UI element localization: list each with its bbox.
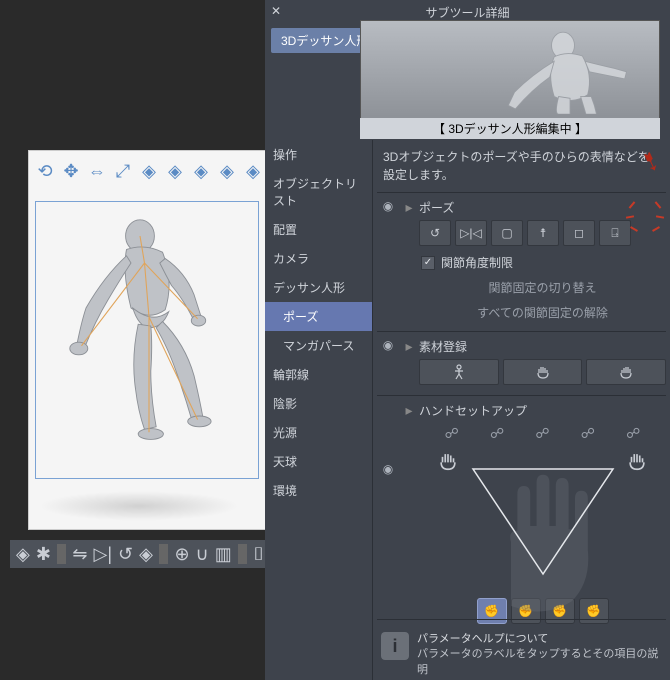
tool-scale[interactable]: ⤢ bbox=[113, 161, 133, 181]
material-title: 素材登録 bbox=[419, 338, 666, 355]
divider bbox=[159, 544, 168, 564]
register-right-hand-button[interactable] bbox=[586, 359, 666, 385]
category-list: 操作 オブジェクトリスト 配置 カメラ デッサン人形 ポーズ マンガパース 輪郭… bbox=[265, 140, 373, 680]
pose-clipboard-button[interactable]: ▢ bbox=[491, 220, 523, 246]
pose-title: ポーズ bbox=[419, 199, 666, 216]
joint-limit-row[interactable]: ✓ 関節角度制限 bbox=[419, 250, 666, 275]
divider bbox=[57, 544, 66, 564]
canvas-area: ⟲ ✥ ⇔ ⤢ ◈ ◈ ◈ ◈ ◈ bbox=[0, 0, 276, 680]
visibility-toggle[interactable]: ◉ bbox=[383, 338, 393, 352]
divider bbox=[238, 544, 247, 564]
pose-camera-button[interactable]: ◻ bbox=[563, 220, 595, 246]
release-all-locks-button[interactable]: すべての関節固定の解除 bbox=[419, 300, 666, 325]
tool-cube-2[interactable]: ◈ bbox=[165, 161, 185, 181]
object-tool-row: ⟲ ✥ ⇔ ⤢ ◈ ◈ ◈ ◈ ◈ bbox=[35, 161, 263, 181]
joint-limit-checkbox[interactable]: ✓ bbox=[421, 256, 435, 270]
finger-link-2[interactable]: ☍ bbox=[490, 425, 504, 442]
cat-object-list[interactable]: オブジェクトリスト bbox=[265, 169, 372, 215]
drag-handle[interactable]: ▸ bbox=[403, 402, 415, 419]
cat-pose[interactable]: ポーズ bbox=[265, 302, 372, 331]
finger-link-3[interactable]: ☍ bbox=[535, 425, 549, 442]
bt-flip[interactable]: ⇋ bbox=[72, 544, 87, 564]
bt-camera[interactable]: ⌷ bbox=[253, 544, 264, 564]
drag-handle[interactable]: ▸ bbox=[403, 199, 415, 216]
preview-caption: 【 3Dデッサン人形編集中 】 bbox=[360, 118, 660, 139]
hand-setup-area: ☍ ☍ ☍ ☍ ☍ bbox=[419, 423, 666, 613]
drag-handle[interactable]: ▸ bbox=[403, 338, 415, 355]
pose-body-button[interactable]: ☨ bbox=[527, 220, 559, 246]
hand-triangle-control[interactable] bbox=[463, 459, 623, 579]
bt-body[interactable]: ✱ bbox=[36, 544, 51, 564]
cat-drawing-figure[interactable]: デッサン人形 bbox=[265, 273, 372, 302]
tool-move[interactable]: ✥ bbox=[61, 161, 81, 181]
visibility-toggle[interactable]: ◉ bbox=[383, 199, 393, 213]
bottom-tool-row: ◈ ✱ ⇋ ▷| ↺ ◈ ⊕ ∪ ▥ ⌷ bbox=[10, 540, 270, 568]
figure-shadow bbox=[39, 491, 239, 521]
section-pose: ◉ ▸ ポーズ ↺ ▷|◁ ▢ ☨ ◻ ⍈ bbox=[377, 192, 666, 331]
pose-register-button[interactable]: ⍈ bbox=[599, 220, 631, 246]
bt-history[interactable]: ↺ bbox=[118, 544, 133, 564]
preview-thumbnail bbox=[360, 20, 660, 120]
visibility-toggle[interactable]: ◉ bbox=[383, 462, 393, 476]
canvas[interactable]: ⟲ ✥ ⇔ ⤢ ◈ ◈ ◈ ◈ ◈ bbox=[28, 150, 266, 530]
cat-outline[interactable]: 輪郭線 bbox=[265, 360, 372, 389]
help-title: パラメータヘルプについて bbox=[417, 632, 662, 647]
hand-corner-open-left[interactable] bbox=[437, 450, 459, 475]
mannequin-figure[interactable] bbox=[59, 201, 239, 451]
bt-anchor[interactable]: ⊕ bbox=[174, 544, 189, 564]
close-icon[interactable]: ✕ bbox=[271, 4, 281, 18]
register-full-body-button[interactable] bbox=[419, 359, 499, 385]
bt-ground[interactable]: ▥ bbox=[215, 544, 232, 564]
cat-sky[interactable]: 天球 bbox=[265, 447, 372, 476]
section-help: i パラメータヘルプについて パラメータのラベルをタップするとその項目の説明 bbox=[377, 619, 666, 680]
tool-cube-4[interactable]: ◈ bbox=[217, 161, 237, 181]
info-icon: i bbox=[381, 632, 409, 660]
panel-title: サブツール詳細 bbox=[425, 4, 509, 21]
cat-operation[interactable]: 操作 bbox=[265, 140, 372, 169]
bt-cube[interactable]: ◈ bbox=[16, 544, 30, 564]
cat-light[interactable]: 光源 bbox=[265, 418, 372, 447]
pose-mirror-button[interactable]: ▷|◁ bbox=[455, 220, 487, 246]
bt-cube2[interactable]: ◈ bbox=[139, 544, 153, 564]
section-hand: ◉ ▸ ハンドセットアップ ☍ ☍ ☍ ☍ ☍ bbox=[377, 395, 666, 619]
subtool-detail-panel: ✕ サブツール詳細 3Dデッサン人形-Ver.2（男性） 【 3Dデッサン人形編… bbox=[265, 0, 670, 680]
pose-history-button[interactable]: ↺ bbox=[419, 220, 451, 246]
hand-corner-open-right[interactable] bbox=[626, 450, 648, 475]
help-body: パラメータのラベルをタップするとその項目の説明 bbox=[417, 647, 662, 678]
toggle-joint-lock-button[interactable]: 関節固定の切り替え bbox=[419, 275, 666, 300]
cat-shadow[interactable]: 陰影 bbox=[265, 389, 372, 418]
category-description: 3Dオブジェクトのポーズや手のひらの表情などを設定します。 bbox=[377, 140, 666, 192]
bt-magnet[interactable]: ∪ bbox=[196, 544, 209, 564]
register-left-hand-button[interactable] bbox=[503, 359, 583, 385]
cat-camera[interactable]: カメラ bbox=[265, 244, 372, 273]
tool-cube-3[interactable]: ◈ bbox=[191, 161, 211, 181]
tool-rotate[interactable]: ⟲ bbox=[35, 161, 55, 181]
cat-manga-perspective[interactable]: マンガパース bbox=[265, 331, 372, 360]
finger-link-5[interactable]: ☍ bbox=[626, 425, 640, 442]
hand-title: ハンドセットアップ bbox=[419, 402, 666, 419]
bt-next[interactable]: ▷| bbox=[94, 544, 113, 564]
tool-cube-1[interactable]: ◈ bbox=[139, 161, 159, 181]
cat-environment[interactable]: 環境 bbox=[265, 476, 372, 505]
section-material: ◉ ▸ 素材登録 bbox=[377, 331, 666, 395]
content-area: 3Dオブジェクトのポーズや手のひらの表情などを設定します。 ◉ ▸ ポーズ ↺ … bbox=[373, 140, 670, 680]
joint-limit-label: 関節角度制限 bbox=[441, 254, 513, 271]
finger-link-4[interactable]: ☍ bbox=[581, 425, 595, 442]
finger-link-1[interactable]: ☍ bbox=[445, 425, 459, 442]
tool-tumble[interactable]: ⇔ bbox=[87, 161, 107, 181]
cat-placement[interactable]: 配置 bbox=[265, 215, 372, 244]
finger-link-row: ☍ ☍ ☍ ☍ ☍ bbox=[419, 423, 666, 444]
tool-cube-5[interactable]: ◈ bbox=[243, 161, 263, 181]
